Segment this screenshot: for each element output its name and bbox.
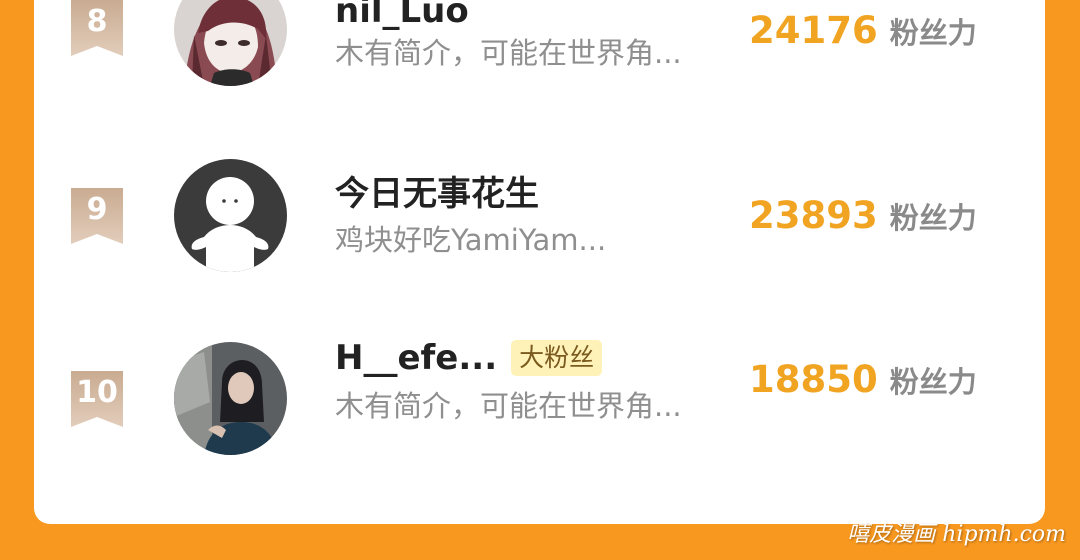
rank-number: 9 bbox=[86, 192, 108, 227]
photo-avatar-image bbox=[174, 342, 287, 455]
fan-score-value: 24176 bbox=[749, 9, 878, 52]
fan-score-unit: 粉丝力 bbox=[889, 365, 977, 399]
rank-number: 10 bbox=[76, 375, 118, 410]
fan-score: 18850 粉丝力 bbox=[749, 357, 977, 403]
big-fan-badge: 大粉丝 bbox=[511, 340, 603, 376]
leaderboard-row-8[interactable]: 8 nil_Luo 木有简介，可能在世界角... 24176 粉丝力 bbox=[34, 0, 1045, 90]
leaderboard-row-9[interactable]: 9 今日无事花生 鸡块好吃YamiYam... 23893 粉丝力 bbox=[34, 150, 1045, 280]
avatar[interactable] bbox=[174, 159, 287, 272]
user-bio: 木有简介，可能在世界角... bbox=[335, 389, 682, 423]
watermark-text: 嘻皮漫画 hipmh.com bbox=[847, 522, 1066, 547]
fan-score-unit: 粉丝力 bbox=[889, 16, 977, 50]
anime-avatar-image bbox=[174, 0, 287, 86]
default-avatar-icon bbox=[174, 159, 287, 272]
username-line: 今日无事花生 bbox=[335, 171, 539, 217]
fan-score-value: 23893 bbox=[749, 194, 878, 237]
rank-badge: 8 bbox=[71, 0, 123, 56]
leaderboard-card: 8 nil_Luo 木有简介，可能在世界角... 24176 粉丝力 9 今日无… bbox=[34, 0, 1045, 524]
fan-score: 24176 粉丝力 bbox=[749, 8, 977, 54]
leaderboard-row-10[interactable]: 10 H__efe... 大粉丝 木有简介，可能在世界角... 18850 粉丝… bbox=[34, 335, 1045, 465]
username-line: nil_Luo bbox=[335, 0, 469, 34]
username[interactable]: 今日无事花生 bbox=[335, 171, 539, 217]
rank-badge: 10 bbox=[71, 371, 123, 427]
avatar[interactable] bbox=[174, 342, 287, 455]
fan-score-unit: 粉丝力 bbox=[889, 201, 977, 235]
user-bio: 鸡块好吃YamiYam... bbox=[335, 223, 607, 257]
fan-score: 23893 粉丝力 bbox=[749, 193, 977, 239]
avatar[interactable] bbox=[174, 0, 287, 86]
fan-score-value: 18850 bbox=[749, 358, 878, 401]
username[interactable]: H__efe... bbox=[335, 335, 497, 381]
username[interactable]: nil_Luo bbox=[335, 0, 469, 34]
rank-number: 8 bbox=[86, 4, 108, 39]
rank-badge: 9 bbox=[71, 188, 123, 244]
user-bio: 木有简介，可能在世界角... bbox=[335, 36, 682, 70]
username-line: H__efe... 大粉丝 bbox=[335, 335, 603, 381]
